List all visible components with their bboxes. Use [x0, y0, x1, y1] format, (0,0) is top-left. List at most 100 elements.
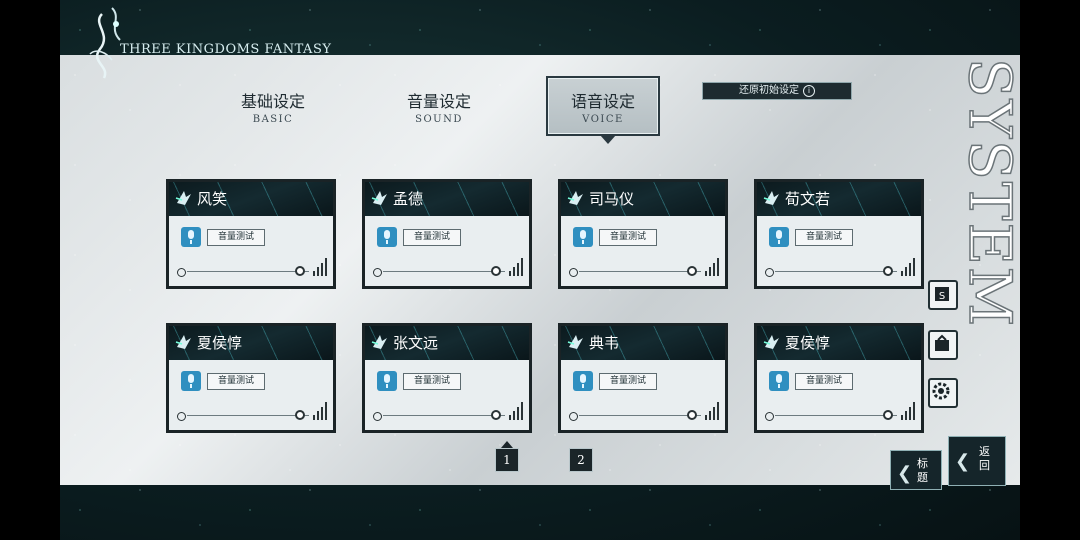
slider-knob[interactable] [883, 410, 893, 420]
slider-knob[interactable] [687, 410, 697, 420]
microphone-icon[interactable] [769, 371, 789, 391]
slider-min-icon [569, 412, 578, 421]
chevron-left-icon: ❮ [955, 451, 971, 472]
volume-test-button[interactable]: 音量测试 [403, 373, 461, 390]
slider-min-icon [569, 268, 578, 277]
voice-card: 司马仪音量测试 [558, 179, 728, 289]
slider-track [579, 415, 701, 416]
volume-bars-icon [901, 402, 915, 420]
tab-basic-cn: 基础设定 [240, 92, 305, 111]
voice-volume-slider[interactable] [371, 266, 511, 278]
character-name: 荀文若 [785, 190, 831, 208]
volume-test-button[interactable]: 音量测试 [795, 373, 853, 390]
slider-track [579, 271, 701, 272]
character-name: 夏侯惇 [785, 334, 831, 352]
volume-test-button[interactable]: 音量测试 [403, 229, 461, 246]
slider-track [187, 271, 309, 272]
save-icon: S [935, 287, 949, 302]
voice-volume-slider[interactable] [567, 266, 707, 278]
info-icon: i [803, 85, 815, 97]
slider-min-icon [373, 412, 382, 421]
character-emblem-icon [567, 191, 583, 205]
load-icon [935, 334, 949, 351]
slider-knob[interactable] [295, 266, 305, 276]
letterbox-left [0, 0, 60, 540]
settings-icon [932, 382, 950, 400]
slider-track [187, 415, 309, 416]
page-2-button[interactable]: 2 [569, 448, 593, 472]
character-emblem-icon [567, 335, 583, 349]
tab-sound-cn: 音量设定 [406, 92, 471, 111]
voice-volume-slider[interactable] [175, 266, 315, 278]
voice-card-header: 孟德 [365, 182, 529, 216]
microphone-icon[interactable] [573, 371, 593, 391]
character-emblem-icon [371, 335, 387, 349]
voice-card-header: 司马仪 [561, 182, 725, 216]
volume-bars-icon [901, 258, 915, 276]
microphone-icon[interactable] [769, 227, 789, 247]
screen: THREE KINGDOMS FANTASY SYSTEM 基础设定 BASIC… [0, 0, 1080, 540]
voice-card: 荀文若音量测试 [754, 179, 924, 289]
svg-text:S: S [939, 291, 945, 302]
tab-voice-cn: 语音设定 [570, 92, 635, 111]
tab-voice-en: VOICE [582, 114, 624, 125]
tab-sound[interactable]: 音量设定 SOUND [379, 78, 499, 134]
microphone-icon[interactable] [377, 227, 397, 247]
slider-min-icon [177, 268, 186, 277]
tab-voice[interactable]: 语音设定 VOICE [546, 76, 660, 144]
title-button-label: 标 题 [917, 457, 928, 484]
volume-bars-icon [313, 258, 327, 276]
slider-knob[interactable] [687, 266, 697, 276]
voice-card: 典韦 音量测试 [558, 323, 728, 433]
slider-knob[interactable] [295, 410, 305, 420]
voice-card: 夏侯惇音量测试 [166, 323, 336, 433]
microphone-icon[interactable] [181, 371, 201, 391]
slider-knob[interactable] [883, 266, 893, 276]
volume-test-button[interactable]: 音量测试 [795, 229, 853, 246]
slider-min-icon [765, 412, 774, 421]
letterbox-right [1020, 0, 1080, 540]
volume-bars-icon [705, 402, 719, 420]
slider-knob[interactable] [491, 266, 501, 276]
voice-card: 张文远 音量测试 [362, 323, 532, 433]
slider-min-icon [765, 268, 774, 277]
load-button[interactable] [928, 330, 958, 360]
voice-volume-slider[interactable] [175, 410, 315, 422]
voice-card-header: 夏侯惇 [169, 326, 333, 360]
title-button[interactable]: ❮ 标 题 [890, 450, 942, 490]
volume-test-button[interactable]: 音量测试 [207, 229, 265, 246]
volume-test-button[interactable]: 音量测试 [207, 373, 265, 390]
system-title-text: SYSTEM [955, 57, 1020, 329]
character-emblem-icon [175, 335, 191, 349]
character-emblem-icon [763, 191, 779, 205]
character-emblem-icon [175, 191, 191, 205]
voice-card: 风笑音量测试 [166, 179, 336, 289]
microphone-icon[interactable] [377, 371, 397, 391]
volume-test-button[interactable]: 音量测试 [599, 373, 657, 390]
page-1-button[interactable]: 1 [495, 441, 519, 472]
voice-card: 孟德音量测试 [362, 179, 532, 289]
settings-button[interactable] [928, 378, 958, 408]
tab-basic[interactable]: 基础设定 BASIC [213, 78, 333, 134]
microphone-icon[interactable] [181, 227, 201, 247]
reset-defaults-button[interactable]: 还原初始设定 i [702, 82, 852, 100]
character-name: 风笑 [197, 190, 228, 208]
volume-bars-icon [509, 258, 523, 276]
save-button[interactable]: S [928, 280, 958, 310]
volume-test-button[interactable]: 音量测试 [599, 229, 657, 246]
voice-volume-slider[interactable] [763, 266, 903, 278]
slider-track [383, 415, 505, 416]
microphone-icon[interactable] [573, 227, 593, 247]
character-name: 夏侯惇 [197, 334, 243, 352]
system-title: SYSTEM [955, 57, 1020, 358]
slider-knob[interactable] [491, 410, 501, 420]
back-button[interactable]: ❮ 返 回 [948, 436, 1006, 486]
voice-volume-slider[interactable] [763, 410, 903, 422]
voice-volume-slider[interactable] [567, 410, 707, 422]
voice-volume-slider[interactable] [371, 410, 511, 422]
character-name: 孟德 [393, 190, 424, 208]
chevron-left-icon: ❮ [897, 463, 913, 484]
slider-track [775, 271, 897, 272]
tab-basic-en: BASIC [252, 114, 294, 125]
slider-min-icon [177, 412, 186, 421]
